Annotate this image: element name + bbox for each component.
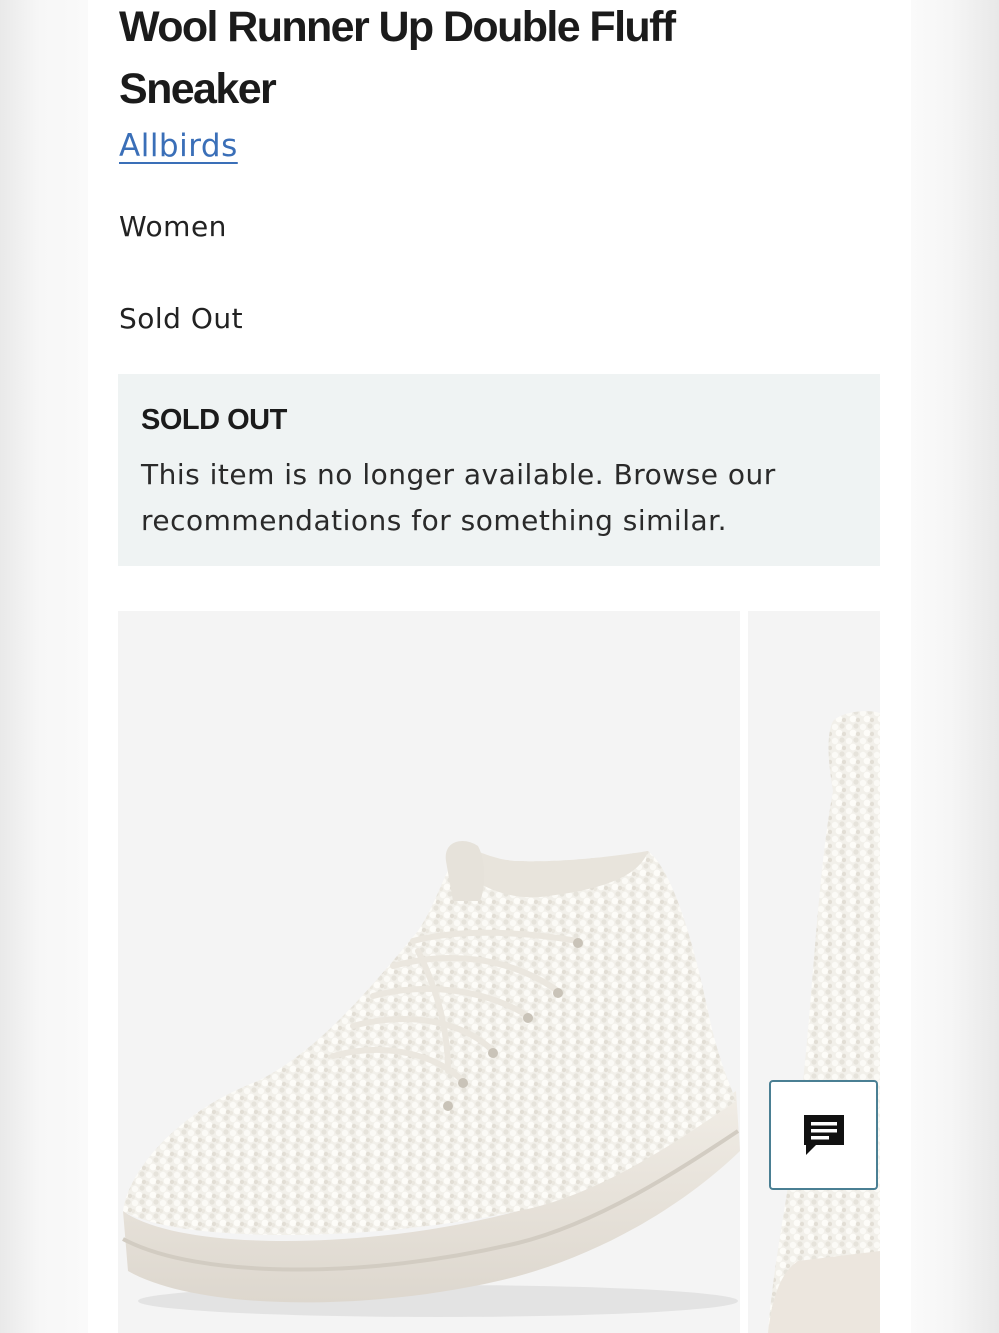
sold-out-notice: SOLD OUT This item is no longer availabl… [118,374,880,566]
product-page: Wool Runner Up Double Fluff Sneaker Allb… [88,0,911,1333]
sneaker-rear-image [768,711,880,1333]
chat-button[interactable] [769,1080,878,1190]
chat-bubble-icon [803,1115,844,1155]
product-status: Sold Out [119,302,244,335]
product-gender: Women [119,210,227,243]
notice-body: This item is no longer available. Browse… [141,458,776,537]
sneaker-image [122,841,740,1317]
product-title: Wool Runner Up Double Fluff Sneaker [119,3,676,113]
notice-title: SOLD OUT [141,404,287,436]
brand-link[interactable]: Allbirds [119,128,238,164]
product-image-main[interactable] [118,611,740,1333]
product-image-next[interactable] [748,611,880,1333]
